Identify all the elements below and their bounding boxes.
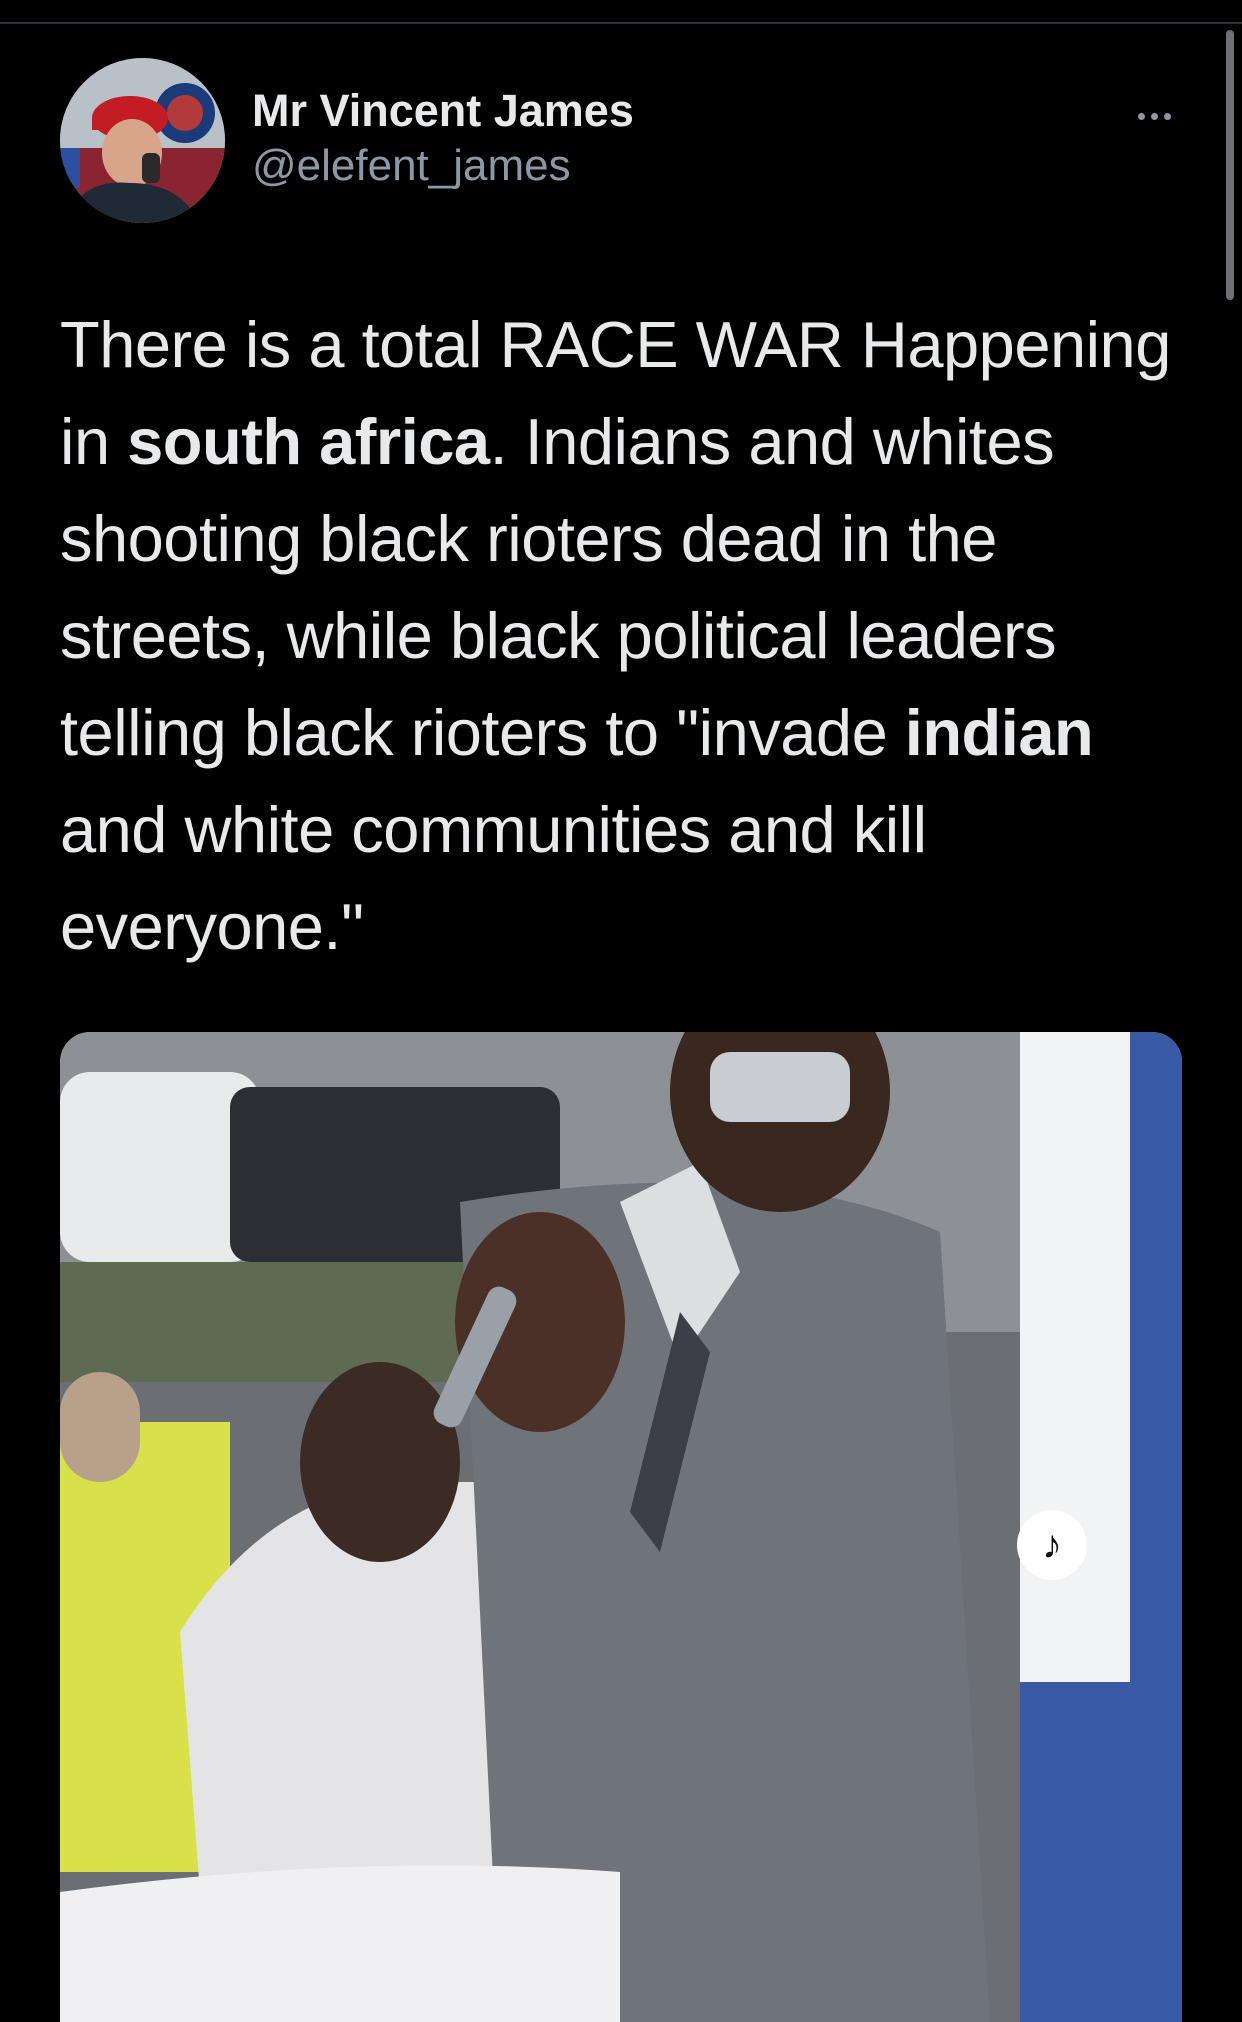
more-dot-icon: [1163, 112, 1171, 120]
author-display-name[interactable]: Mr Vincent James: [252, 84, 634, 138]
more-dot-icon: [1137, 112, 1145, 120]
more-options-button[interactable]: [1126, 96, 1182, 136]
more-dot-icon: [1150, 112, 1158, 120]
author-names: Mr Vincent James @elefent_james: [252, 84, 634, 194]
tweet-text-bold-segment[interactable]: south africa: [127, 405, 490, 478]
avatar[interactable]: [60, 58, 225, 223]
tweet-text-segment: and white communities and kill everyone.…: [60, 793, 927, 963]
scrollbar[interactable]: [1226, 30, 1234, 300]
author-handle[interactable]: @elefent_james: [252, 138, 634, 194]
tweet-text: There is a total RACE WAR Happening in s…: [60, 296, 1185, 975]
tweet-header: Mr Vincent James @elefent_james: [60, 58, 1182, 223]
video-media[interactable]: [60, 1032, 1182, 2022]
top-divider: [0, 0, 1242, 24]
tweet-text-bold-segment[interactable]: indian: [905, 696, 1094, 769]
speaker-icon[interactable]: ♪: [1017, 1510, 1087, 1580]
